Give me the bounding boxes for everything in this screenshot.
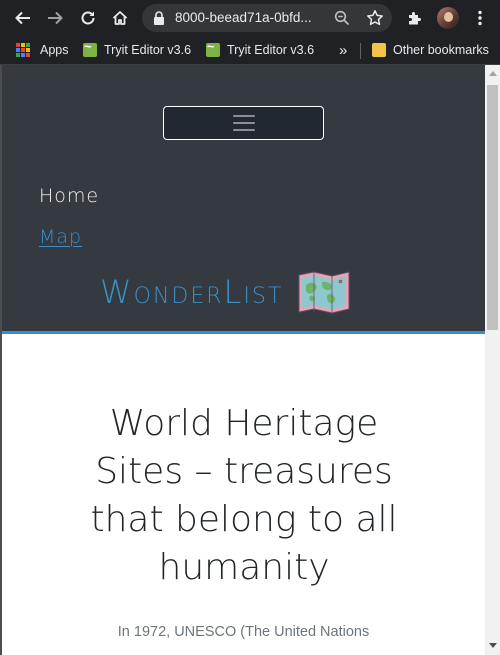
site-navbar: Home Map WonderList (2, 65, 485, 334)
bookmark-star-icon[interactable] (366, 9, 384, 27)
hero-title: World Heritage Sites – treasures that be… (90, 403, 398, 588)
bookmark-tryit-editor-1[interactable]: Tryit Editor v3.6 (83, 36, 191, 64)
scroll-up-arrow-icon[interactable] (489, 71, 497, 76)
page-scrollbar[interactable] (485, 65, 500, 655)
folder-icon (372, 43, 386, 57)
scrollbar-thumb[interactable] (487, 85, 498, 330)
bookmark-tryit-editor-2[interactable]: Tryit Editor v3.6 (206, 36, 314, 64)
bookmarks-bar: Apps Tryit Editor v3.6 Tryit Editor v3.6… (0, 36, 500, 65)
brand-name: WonderList (100, 273, 284, 311)
nav-link-map[interactable]: Map (39, 226, 82, 248)
home-icon[interactable] (110, 8, 130, 28)
scroll-down-arrow-icon[interactable] (489, 643, 497, 648)
back-arrow-icon[interactable] (13, 8, 33, 28)
apps-grid-icon (16, 43, 30, 57)
profile-avatar[interactable] (437, 7, 459, 29)
hamburger-menu-icon (232, 115, 255, 131)
address-bar[interactable]: 8000-beead71a-0bfd... (142, 4, 392, 32)
browser-toolbar: 8000-beead71a-0bfd... (0, 0, 500, 36)
zoom-icon[interactable] (334, 10, 350, 26)
forward-arrow-icon[interactable] (45, 8, 65, 28)
bookmark-label: Apps (40, 43, 69, 57)
bookmark-label: Other bookmarks (393, 43, 489, 57)
bookmark-apps[interactable]: Apps (16, 36, 69, 64)
tryit-favicon-icon (83, 39, 97, 57)
brand[interactable]: WonderList (100, 270, 351, 314)
kebab-menu-icon[interactable] (470, 8, 490, 28)
lock-icon[interactable] (152, 10, 166, 26)
bookmarks-separator (360, 43, 361, 59)
nav-link-home[interactable]: Home (39, 185, 99, 207)
folded-map-icon (298, 271, 350, 314)
bookmark-other-bookmarks[interactable]: Other bookmarks (372, 36, 489, 64)
hero-intro-text: In 1972, UNESCO (The United Nations (117, 624, 370, 640)
bookmark-label: Tryit Editor v3.6 (104, 43, 192, 57)
bookmark-label: Tryit Editor v3.6 (227, 43, 315, 57)
page-viewport: Home Map WonderList World Heritage Sites… (0, 65, 500, 655)
reload-icon[interactable] (78, 8, 98, 28)
url-text[interactable]: 8000-beead71a-0bfd... (175, 4, 312, 32)
puzzle-icon[interactable] (405, 8, 425, 28)
navbar-toggler-button[interactable] (163, 106, 324, 140)
tryit-favicon-icon (206, 39, 220, 57)
bookmarks-overflow-chevron-icon[interactable]: » (339, 36, 347, 64)
